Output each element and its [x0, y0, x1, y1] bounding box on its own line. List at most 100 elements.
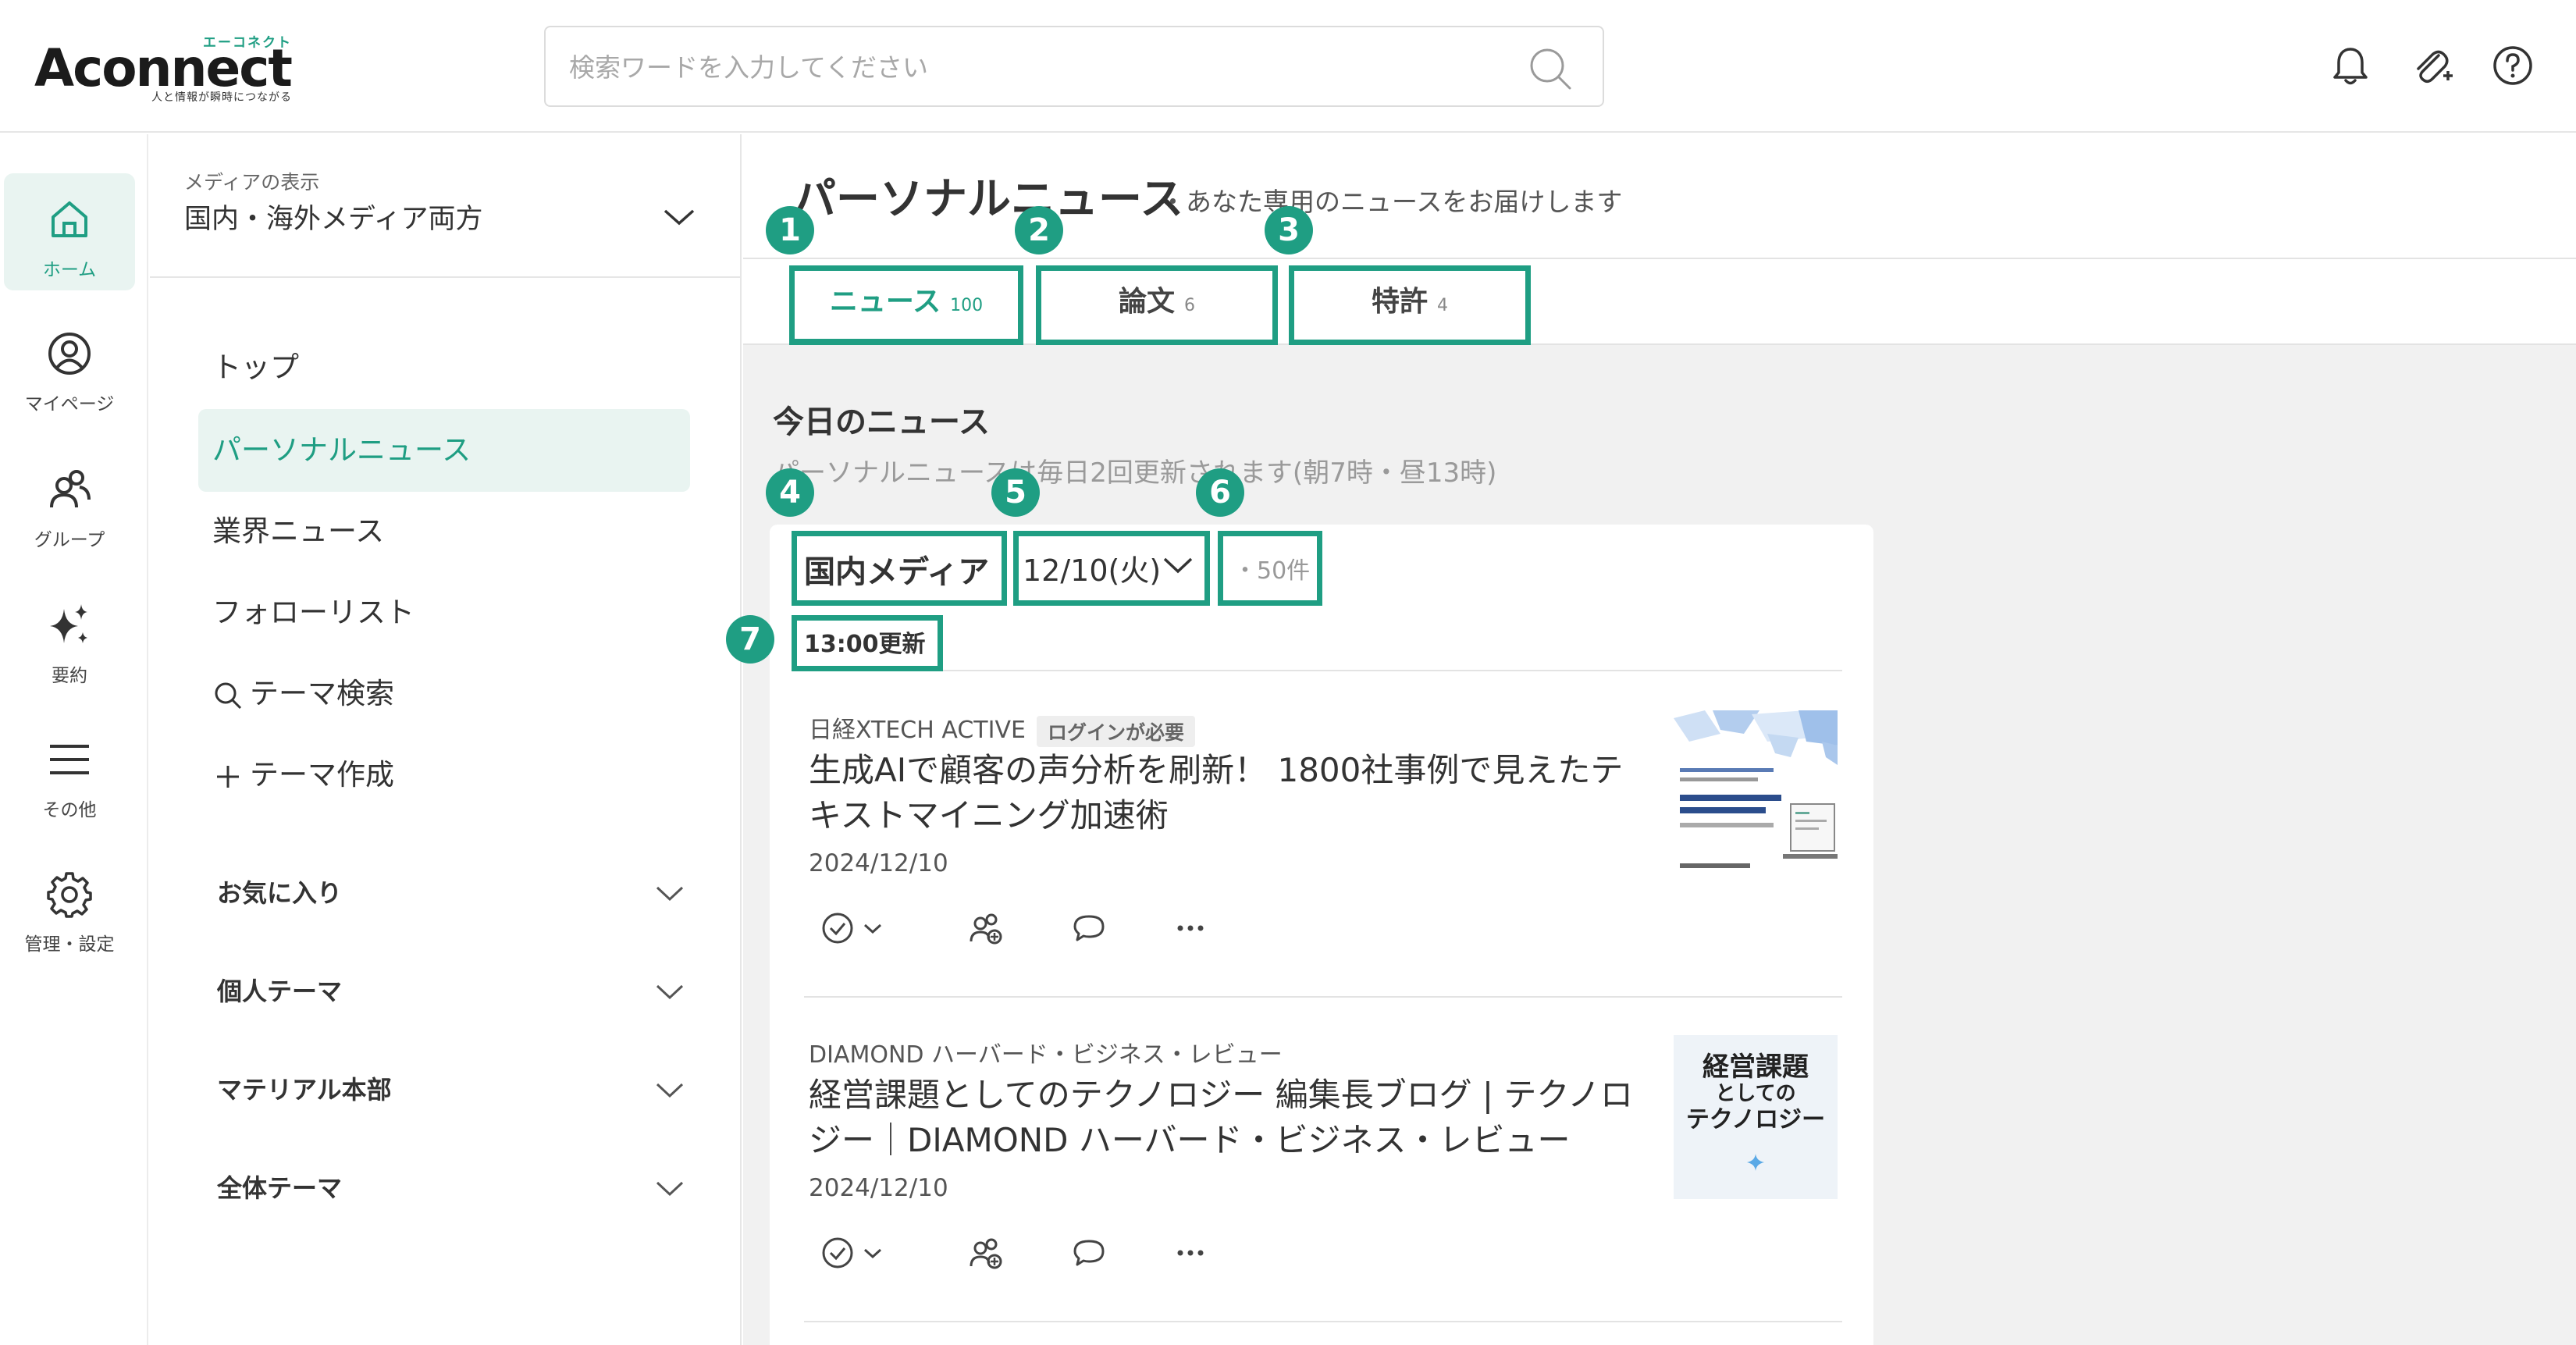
article-thumbnail[interactable]: 経営課題 としての テクノロジー	[1674, 1035, 1838, 1199]
annotation-badge: 7	[726, 615, 774, 664]
sidebar-item-label: パーソナルニュース	[212, 433, 471, 467]
sidebar-item-top[interactable]: トップ	[198, 326, 690, 409]
chevron-down-icon[interactable]	[654, 982, 685, 1002]
rail-label: マイページ	[24, 394, 115, 415]
share-group-icon[interactable]	[968, 910, 1004, 946]
divider	[804, 996, 1842, 998]
section-subtitle: パーソナルニュースは毎日2回更新されます(朝7時・昼13時)	[773, 457, 1497, 489]
group-label: お気に入り	[217, 878, 343, 908]
login-required-badge: ログインが必要	[1036, 715, 1195, 747]
check-circle-icon[interactable]	[820, 910, 856, 946]
comment-icon[interactable]	[1071, 1235, 1107, 1271]
share-group-icon[interactable]	[968, 1235, 1004, 1271]
group-label: マテリアル本部	[217, 1075, 392, 1105]
comment-icon[interactable]	[1071, 910, 1107, 946]
rail-item-group[interactable]: グループ	[4, 443, 135, 560]
highlight-box	[1036, 265, 1278, 345]
thumbnail-image	[1674, 710, 1838, 874]
sidebar-item-theme-search[interactable]: テーマ検索	[198, 653, 690, 735]
annotation-badge: 2	[1015, 206, 1063, 254]
aconnect-logo[interactable]: エーコネクト Aconnect 人と情報が瞬時につながる	[34, 30, 300, 108]
search-input[interactable]	[569, 48, 1506, 87]
divider	[804, 1321, 1842, 1322]
chevron-down-icon[interactable]	[654, 1080, 685, 1101]
news-item[interactable]: DIAMOND ハーバード・ビジネス・レビュー 経営課題としてのテクノロジー 編…	[804, 1035, 1842, 1332]
check-circle-icon[interactable]	[820, 1235, 856, 1271]
annotation-badge: 3	[1265, 206, 1313, 254]
highlight-box	[789, 265, 1023, 345]
article-title[interactable]: 経営課題としてのテクノロジー 編集長ブログ | テクノロジー｜DIAMOND ハ…	[809, 1073, 1644, 1163]
rail-label: 要約	[52, 666, 87, 686]
sidebar: メディアの表示 国内・海外メディア両方 トップ パーソナルニュース 業界ニュース…	[150, 134, 742, 1345]
media-display-select[interactable]: 国内・海外メディア両方	[184, 197, 483, 237]
sidebar-item-theme-create[interactable]: テーマ作成	[198, 734, 690, 817]
sidebar-item-industry-news[interactable]: 業界ニュース	[198, 490, 690, 573]
chevron-down-icon[interactable]	[860, 1235, 885, 1271]
page-title: パーソナルニュース	[792, 174, 1184, 225]
menu-icon	[50, 745, 89, 774]
chevron-down-icon[interactable]	[654, 884, 685, 904]
sidebar-item-follow-list[interactable]: フォローリスト	[198, 571, 690, 654]
attach-add-icon[interactable]	[2409, 43, 2454, 88]
article-source: DIAMOND ハーバード・ビジネス・レビュー	[809, 1035, 1283, 1069]
bell-icon[interactable]	[2328, 43, 2373, 88]
sidebar-group-all-theme[interactable]: 全体テーマ	[217, 1165, 685, 1212]
user-circle-icon	[48, 333, 91, 375]
search-icon	[215, 682, 242, 709]
sidebar-item-label: トップ	[212, 350, 299, 384]
thumb-line: 経営課題	[1703, 1051, 1809, 1083]
annotation-badge: 5	[991, 468, 1040, 517]
rail-item-home[interactable]: ホーム	[4, 173, 135, 290]
rail-label: その他	[42, 800, 97, 820]
tab-divider	[743, 258, 2576, 259]
rail-item-other[interactable]: その他	[4, 713, 135, 831]
sidebar-group-favorites[interactable]: お気に入り	[217, 870, 685, 916]
sidebar-item-personal-news[interactable]: パーソナルニュース	[198, 409, 690, 492]
thumb-line: テクノロジー	[1685, 1106, 1826, 1133]
news-item[interactable]: 日経XTECH ACTIVE ログインが必要 生成AIで顧客の声分析を刷新！ 18…	[804, 710, 1842, 1007]
home-icon	[52, 201, 87, 237]
rail-item-settings[interactable]: 管理・設定	[4, 848, 135, 965]
logo-tagline: 人と情報が瞬時につながる	[151, 91, 292, 104]
annotation-badge: 4	[766, 468, 814, 517]
article-source: 日経XTECH ACTIVE ログインが必要	[809, 710, 1195, 747]
sidebar-group-material[interactable]: マテリアル本部	[217, 1066, 685, 1113]
chevron-down-icon[interactable]	[654, 1179, 685, 1199]
help-icon[interactable]	[2490, 43, 2535, 88]
chevron-down-icon[interactable]	[662, 206, 696, 228]
divider	[150, 276, 742, 278]
sidebar-item-label: 業界ニュース	[212, 514, 385, 548]
rail-item-summary[interactable]: 要約	[4, 579, 135, 696]
article-date: 2024/12/10	[809, 1174, 948, 1202]
rail-label: ホーム	[42, 260, 97, 280]
search-icon[interactable]	[1528, 46, 1573, 91]
article-thumbnail[interactable]	[1674, 710, 1838, 874]
search-box[interactable]	[544, 26, 1604, 107]
group-label: 個人テーマ	[217, 977, 343, 1006]
rail-label: 管理・設定	[24, 934, 115, 955]
highlight-box	[792, 615, 943, 671]
source-name: DIAMOND ハーバード・ビジネス・レビュー	[809, 1041, 1283, 1069]
more-icon[interactable]	[1172, 1235, 1208, 1271]
gear-icon	[47, 872, 92, 918]
highlight-box	[1289, 265, 1531, 345]
thumbnail-caption: 経営課題 としての テクノロジー	[1674, 1054, 1838, 1133]
divider	[804, 670, 1842, 671]
source-name: 日経XTECH ACTIVE	[809, 717, 1026, 744]
sparkle-icon	[1747, 1154, 1764, 1171]
more-icon[interactable]	[1172, 910, 1208, 946]
plus-icon	[217, 765, 239, 788]
thumb-line: としての	[1715, 1082, 1796, 1105]
sidebar-group-personal-theme[interactable]: 個人テーマ	[217, 968, 685, 1015]
app-header: エーコネクト Aconnect 人と情報が瞬時につながる	[0, 0, 2576, 133]
group-icon	[50, 470, 91, 508]
sidebar-item-label: テーマ作成	[250, 758, 394, 792]
article-title[interactable]: 生成AIで顧客の声分析を刷新！ 1800社事例で見えたテキストマイニング加速術	[809, 748, 1644, 838]
highlight-box	[1218, 531, 1322, 606]
highlight-box	[1013, 531, 1210, 606]
rail-item-mypage[interactable]: マイページ	[4, 308, 135, 425]
rail-label: グループ	[34, 530, 105, 550]
highlight-box	[792, 531, 1007, 606]
chevron-down-icon[interactable]	[860, 910, 885, 946]
sidebar-item-label: テーマ検索	[250, 677, 394, 710]
